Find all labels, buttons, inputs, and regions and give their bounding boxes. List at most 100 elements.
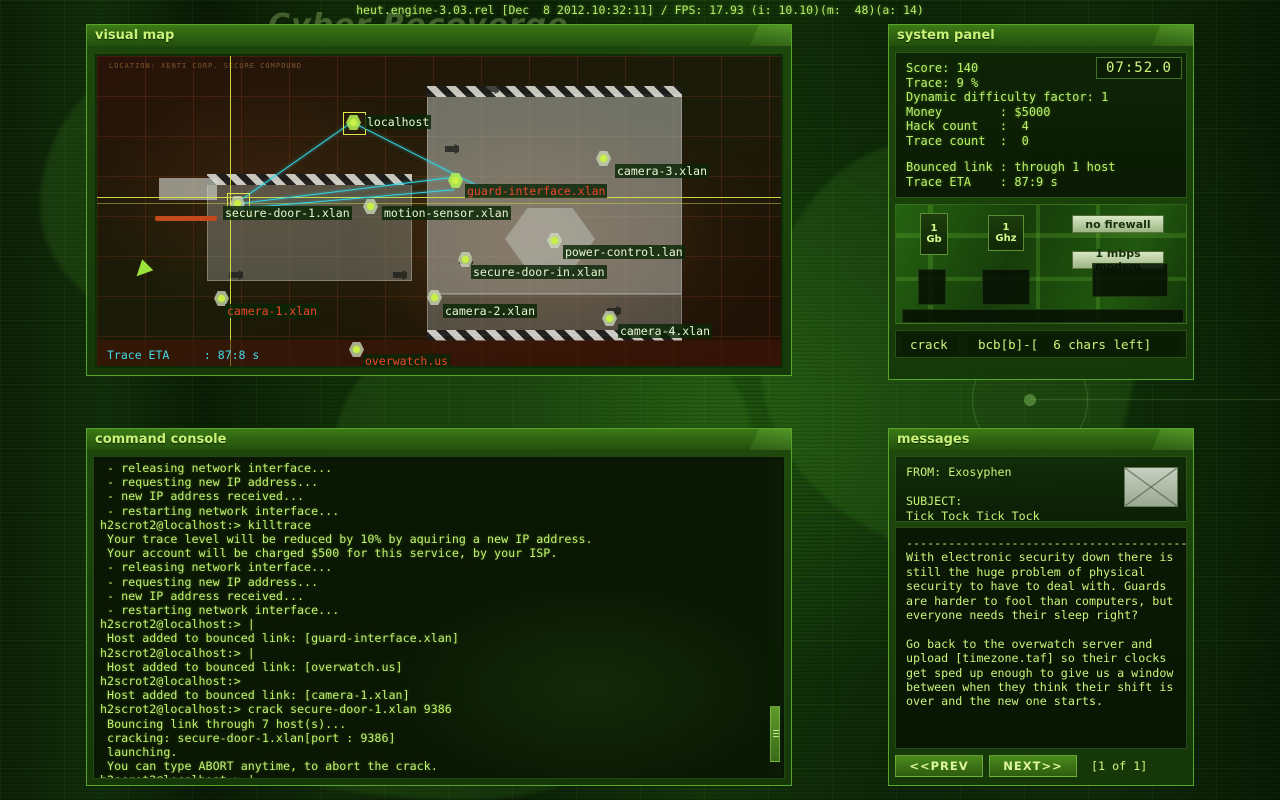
stat-hack-count: Hack count : 4 (906, 119, 1176, 134)
message-line: everyone needs their sleep right? (906, 608, 1176, 622)
mission-timer: 07:52.0 (1096, 57, 1182, 79)
message-line: get sped up enough to give us a window (906, 666, 1176, 680)
stat-trace-count: Trace count : 0 (906, 134, 1176, 149)
hardware-slot-empty[interactable] (918, 269, 946, 305)
system-panel-title: system panel (889, 25, 1193, 46)
spacer (906, 148, 1176, 160)
command-console-body: - releasing network interface... - reque… (86, 450, 792, 786)
console-line: - releasing network interface... (100, 461, 778, 475)
console-line: You can type ABORT anytime, to abort the… (100, 759, 778, 773)
console-line: Your trace level will be reduced by 10% … (100, 532, 778, 546)
command-console-titlebar[interactable]: command console (86, 428, 792, 450)
visual-map-title: visual map (87, 25, 791, 46)
map-node-localhost[interactable] (346, 115, 361, 130)
map-node-label-power-control: power-control.lan (563, 245, 685, 259)
memory-value-line1: 1 (931, 223, 938, 234)
console-prompt-line[interactable]: h2scrot2@localhost:> | (100, 773, 778, 779)
hardware-slot-empty[interactable] (982, 269, 1030, 305)
map-node-motion-sensor[interactable] (363, 199, 378, 214)
hardware-slot-empty[interactable] (1092, 263, 1168, 297)
map-hazard-stripe (427, 86, 682, 97)
map-node-camera-3[interactable] (596, 151, 611, 166)
crack-status-bar: crack bcb[b]-[ 6 chars left] (895, 330, 1187, 358)
crack-progress-display: bcb[b]-[ 6 chars left] (968, 334, 1180, 355)
console-output[interactable]: - releasing network interface... - reque… (93, 456, 785, 779)
map-node-guard-interface[interactable] (448, 173, 463, 188)
message-line: With electronic security down there is (906, 550, 1176, 564)
map-node-label-camera-1: camera-1.xlan (225, 304, 319, 318)
message-line: over and the new one starts. (906, 694, 1176, 708)
message-line: between when they think their shift is (906, 680, 1176, 694)
prev-message-button[interactable]: <<PREV (895, 755, 983, 777)
command-console-window: command console - releasing network inte… (86, 428, 792, 786)
node-core-icon (367, 203, 374, 210)
map-node-label-camera-4: camera-4.xlan (618, 324, 712, 338)
console-line: Host added to bounced link: [guard-inter… (100, 631, 778, 645)
envelope-icon (1124, 467, 1178, 507)
map-node-camera-2[interactable] (427, 290, 442, 305)
console-line: cracking: secure-door-1.xlan[port : 9386… (100, 731, 778, 745)
message-divider: ---------------------------------------- (906, 536, 1176, 550)
map-node-label-secure-door-1: secure-door-1.xlan (223, 206, 352, 220)
node-core-icon (606, 315, 613, 322)
stat-money: Money : $5000 (906, 105, 1176, 120)
console-line: Bouncing link through 7 host(s)... (100, 717, 778, 731)
node-core-icon (600, 155, 607, 162)
console-line: Host added to bounced link: [camera-1.xl… (100, 688, 778, 702)
node-core-icon (431, 294, 438, 301)
hardware-slot-empty[interactable] (902, 309, 1184, 323)
map-crosshair-horizontal (97, 197, 783, 198)
node-core-icon (353, 346, 360, 353)
message-content[interactable]: ----------------------------------------… (895, 527, 1187, 749)
console-line: - releasing network interface... (100, 560, 778, 574)
background-dial-line (1030, 399, 1280, 400)
node-core-icon (218, 295, 225, 302)
message-subject: Tick Tock Tick Tock (906, 509, 1176, 524)
hardware-slot-firewall[interactable]: no firewall (1072, 215, 1164, 233)
console-line: h2scrot2@localhost:> (100, 674, 778, 688)
console-line: - new IP address received... (100, 489, 778, 503)
crack-label: crack (902, 334, 958, 355)
visual-map-body: localhost secure-door-1.xlan motion-sens… (86, 46, 792, 376)
map-node-camera-4[interactable] (602, 311, 617, 326)
console-line: h2scrot2@localhost:> | (100, 646, 778, 660)
hardware-board[interactable]: 1 Gb 1 Ghz no firewall 1 mbps modem (895, 204, 1187, 324)
map-trace-eta: Trace ETA : 87:8 s (107, 348, 259, 362)
cpu-value-line2: Ghz (995, 233, 1016, 244)
pcb-trace (1036, 205, 1040, 324)
message-line: Go back to the overwatch server and (906, 637, 1176, 651)
system-stats: Score: 140 Trace: 9 % Dynamic difficulty… (895, 52, 1187, 198)
visual-map-titlebar[interactable]: visual map (86, 24, 792, 46)
message-line: security to have to deal with. Guards (906, 579, 1176, 593)
map-node-label-localhost: localhost (365, 115, 431, 129)
messages-titlebar[interactable]: messages (888, 428, 1194, 450)
node-core-icon (452, 177, 459, 184)
console-line: h2scrot2@localhost:> | (100, 617, 778, 631)
system-panel-titlebar[interactable]: system panel (888, 24, 1194, 46)
console-line: - requesting new IP address... (100, 575, 778, 589)
cpu-value-line1: 1 (1003, 222, 1010, 233)
map-canvas[interactable]: localhost secure-door-1.xlan motion-sens… (95, 54, 783, 368)
hardware-slot-cpu[interactable]: 1 Ghz (988, 215, 1024, 251)
next-message-button[interactable]: NEXT>> (989, 755, 1077, 777)
map-node-power-control[interactable] (547, 233, 562, 248)
command-console-title: command console (87, 429, 791, 450)
stat-bounced-link: Bounced link : through 1 host (906, 160, 1176, 175)
node-core-icon (350, 119, 357, 126)
message-counter: [1 of 1] (1083, 759, 1147, 773)
node-hex-icon (346, 115, 361, 130)
console-line: - restarting network interface... (100, 504, 778, 518)
message-line: upload [timezone.taf] so their clocks (906, 651, 1176, 665)
map-node-overwatch[interactable] (349, 342, 364, 357)
console-line: h2scrot2@localhost:> killtrace (100, 518, 778, 532)
console-line: - new IP address received... (100, 589, 778, 603)
memory-value-line2: Gb (926, 234, 941, 245)
visual-map-window: visual map (86, 24, 792, 376)
node-core-icon (551, 237, 558, 244)
message-line: still the huge problem of physical (906, 565, 1176, 579)
map-red-marker (155, 216, 217, 221)
map-hazard-stripe (207, 174, 412, 185)
map-node-label-overwatch: overwatch.us (363, 354, 450, 368)
map-node-label-camera-2: camera-2.xlan (443, 304, 537, 318)
hardware-slot-memory[interactable]: 1 Gb (920, 213, 948, 255)
